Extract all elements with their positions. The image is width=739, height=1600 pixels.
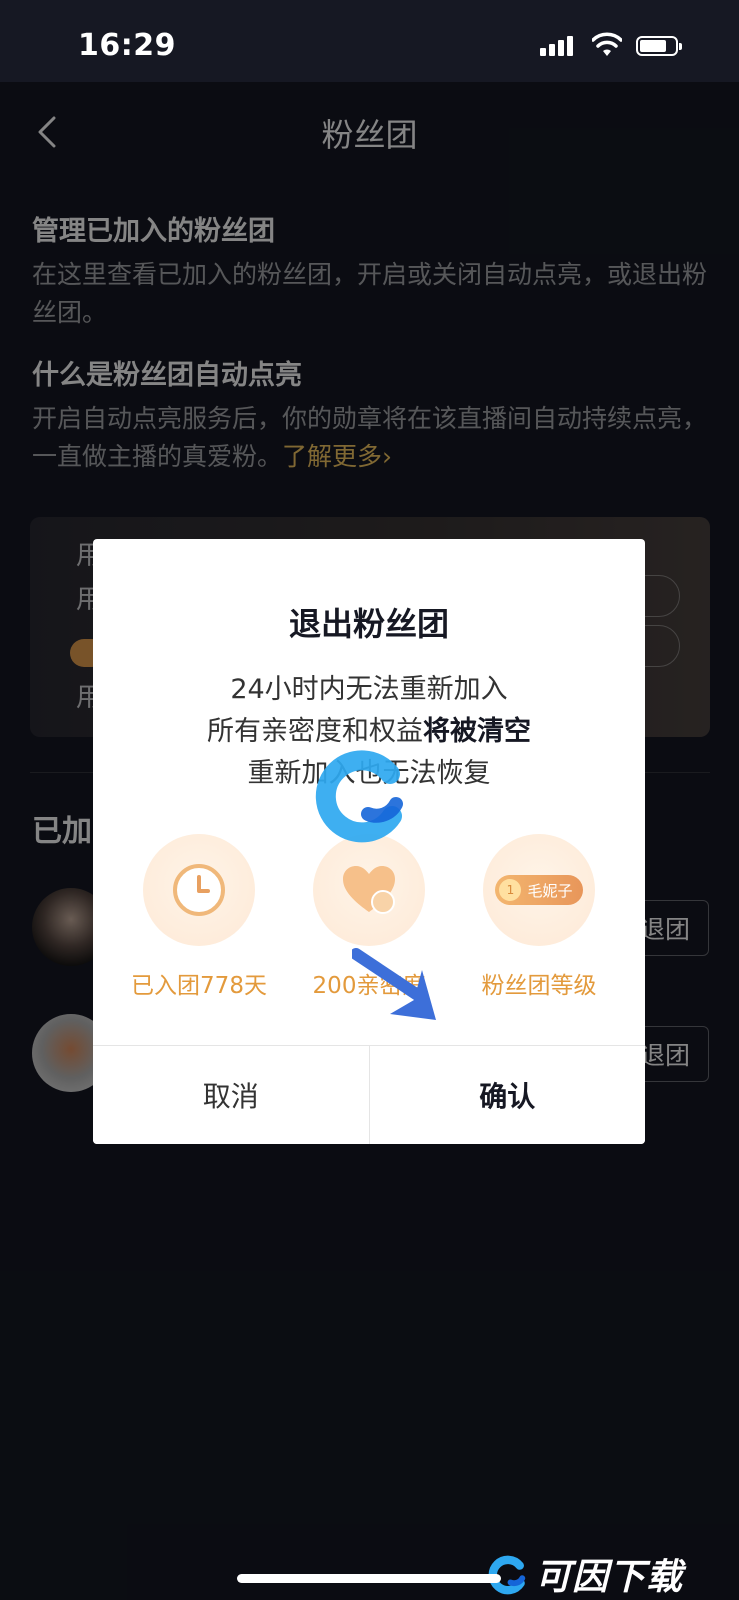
dialog-line-emphasis: 将被清空 [423,716,531,747]
wifi-icon [592,32,622,56]
level-badge-icon: 1 毛妮子 [495,875,583,905]
benefit-label: 粉丝团等级 [481,973,597,999]
pointer-arrow-icon [352,948,436,1020]
watermark-text: 可因下载 [535,1557,684,1598]
clock-icon [173,864,225,916]
level-number: 1 [499,879,522,901]
dialog-title: 退出粉丝团 [288,605,449,643]
heart-icon [343,866,395,914]
cellular-signal-icon [540,36,573,56]
watermark: 可因下载 [487,1553,683,1598]
watermark-logo-icon [315,750,403,843]
dialog-actions: 取消 确认 [93,1045,645,1144]
status-time: 16:29 [78,28,176,63]
benefit-level: 1 毛妮子 粉丝团等级 [454,834,624,1000]
benefit-days: 已入团778天 [114,834,284,1000]
level-badge-name: 毛妮子 [527,881,573,900]
status-bar: 16:29 [0,0,739,82]
cancel-button[interactable]: 取消 [93,1046,370,1144]
dialog-line: 24小时内无法重新加入 [230,674,508,705]
confirm-button[interactable]: 确认 [369,1046,645,1144]
benefit-label: 已入团778天 [131,973,267,999]
battery-icon [636,36,682,56]
home-indicator[interactable] [237,1574,501,1583]
